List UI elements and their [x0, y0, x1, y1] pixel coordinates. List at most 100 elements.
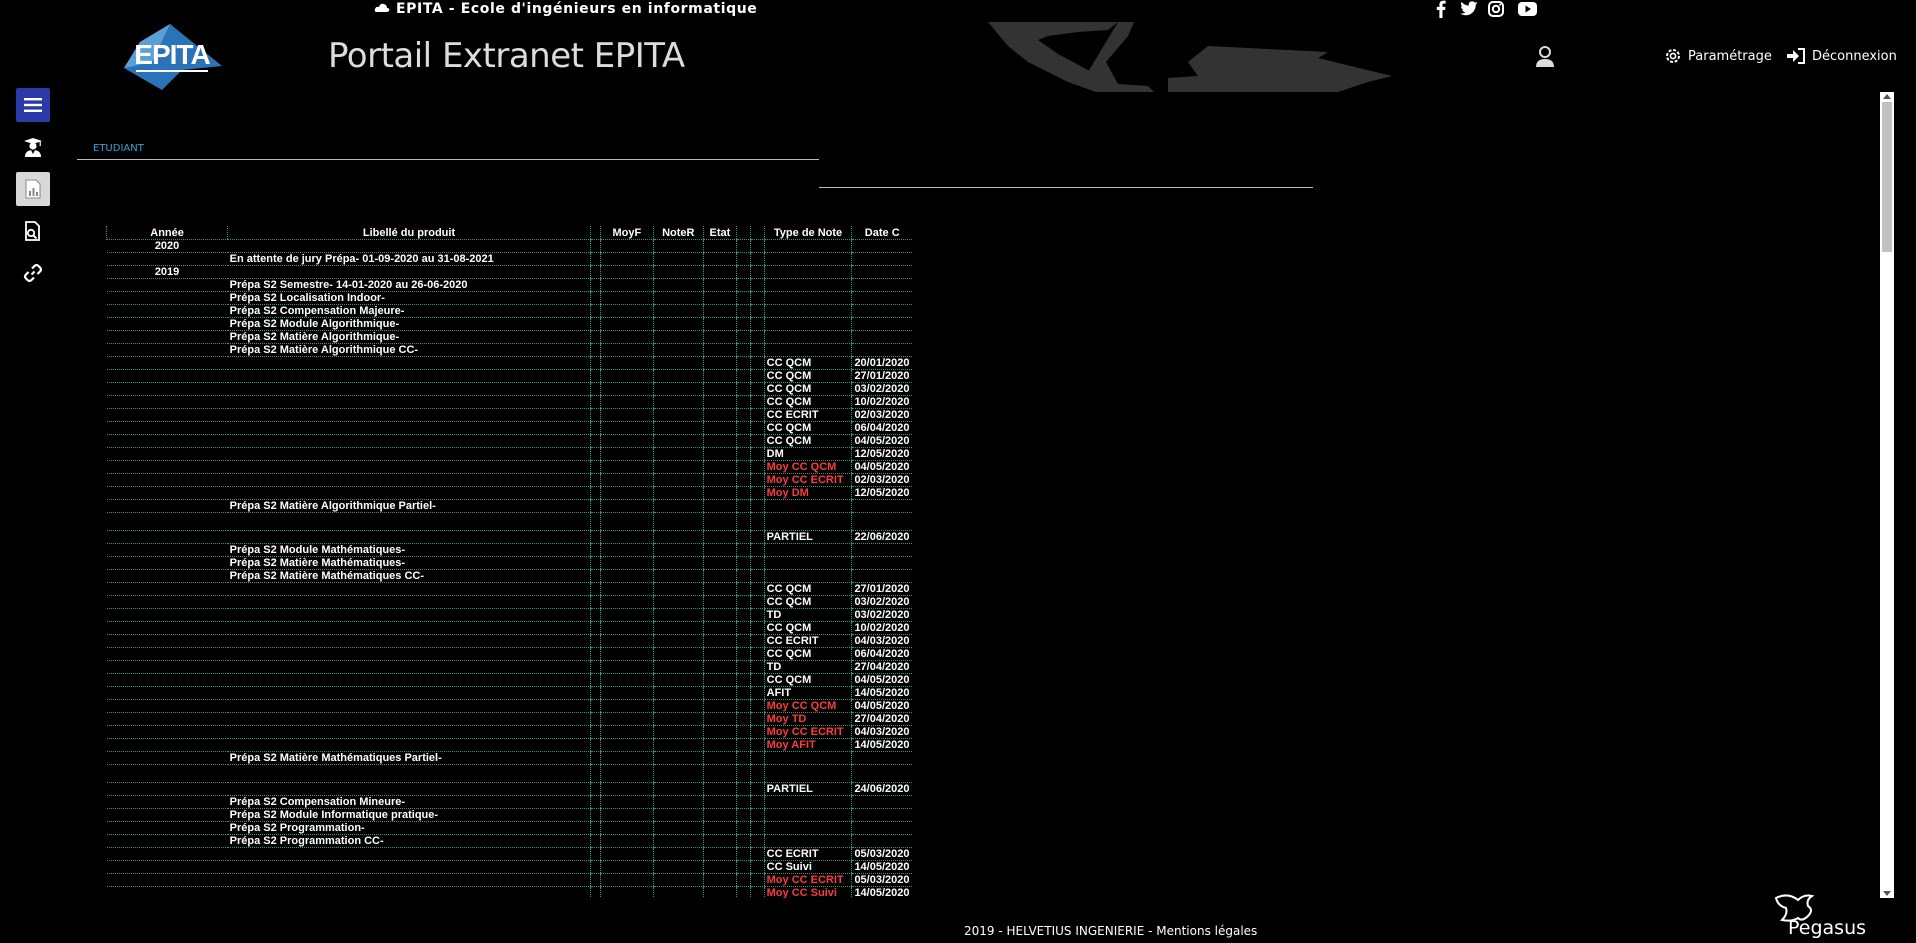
grade-row[interactable]: CC QCM 27/01/2020 — [106, 582, 912, 596]
twitter-icon[interactable] — [1460, 0, 1478, 18]
instagram-icon[interactable] — [1488, 0, 1504, 18]
grid-cell — [736, 712, 751, 726]
product-row[interactable]: Prépa S2 Matière Algorithmique Partiel- — [106, 499, 912, 513]
grade-row[interactable]: Moy AFIT 14/05/2020 — [106, 738, 912, 752]
grid-cell — [652, 512, 704, 531]
grid-cell — [227, 860, 591, 874]
youtube-icon[interactable] — [1518, 0, 1537, 18]
grade-row[interactable]: CC QCM 04/05/2020 — [106, 673, 912, 687]
grid-cell — [749, 673, 765, 687]
epita-logo[interactable]: EPITA — [122, 22, 224, 92]
user-profile-icon[interactable] — [1534, 46, 1556, 68]
grade-row[interactable]: PARTIEL 22/06/2020 — [106, 530, 912, 544]
grade-row[interactable]: CC QCM 10/02/2020 — [106, 395, 912, 409]
report-nav-button[interactable] — [16, 172, 50, 206]
grade-row[interactable] — [106, 764, 912, 783]
note-type-cell: Moy CC ECRIT — [763, 473, 852, 487]
grid-cell — [227, 738, 591, 752]
document-search-button[interactable] — [16, 214, 50, 248]
column-header-date[interactable]: Date C — [851, 226, 912, 240]
grid-cell — [702, 738, 737, 752]
grade-row[interactable]: Moy DM 12/05/2020 — [106, 486, 912, 500]
grid-cell — [851, 499, 912, 513]
year-row[interactable]: 2020 — [106, 239, 912, 253]
grid-cell — [749, 395, 765, 409]
product-row[interactable]: Prépa S2 Matière Mathématiques- — [106, 556, 912, 570]
settings-link[interactable]: Paramétrage — [1664, 46, 1772, 66]
grade-row[interactable]: Moy CC ECRIT 04/03/2020 — [106, 725, 912, 739]
product-row[interactable]: Prépa S2 Module Informatique pratique- — [106, 808, 912, 822]
product-row[interactable]: Prépa S2 Localisation Indoor- — [106, 291, 912, 305]
product-row[interactable]: En attente de jury Prépa- 01-09-2020 au … — [106, 252, 912, 266]
column-header-libelle[interactable]: Libellé du produit — [227, 226, 591, 240]
column-header-moyf[interactable]: MoyF — [599, 226, 654, 240]
product-row[interactable]: Prépa S2 Programmation- — [106, 821, 912, 835]
page-scrollbar[interactable] — [1880, 92, 1894, 898]
grade-row[interactable]: CC QCM 03/02/2020 — [106, 595, 912, 609]
grade-row[interactable]: CC QCM 04/05/2020 — [106, 434, 912, 448]
grid-cell — [599, 886, 654, 898]
menu-button[interactable] — [16, 88, 50, 122]
logout-link[interactable]: Déconnexion — [1786, 46, 1897, 66]
grade-row[interactable]: PARTIEL 24/06/2020 — [106, 782, 912, 796]
product-row[interactable]: Prépa S2 Semestre- 14-01-2020 au 26-06-2… — [106, 278, 912, 292]
grade-row[interactable]: AFIT 14/05/2020 — [106, 686, 912, 700]
grid-cell — [589, 382, 601, 396]
grid-cell — [851, 543, 912, 557]
scroll-up-arrow[interactable] — [1883, 94, 1891, 99]
grid-cell — [599, 621, 654, 635]
grid-cell — [106, 569, 228, 583]
grid-cell — [652, 239, 704, 253]
grid-cell — [599, 847, 654, 861]
grid-cell — [227, 847, 591, 861]
year-row[interactable]: 2019 — [106, 265, 912, 279]
column-header-type[interactable]: Type de Note — [763, 226, 852, 240]
breadcrumb[interactable]: ETUDIANT — [93, 143, 144, 154]
product-row[interactable]: Prépa S2 Module Algorithmique- — [106, 317, 912, 331]
column-header-etat[interactable]: Etat — [702, 226, 737, 240]
product-row[interactable]: Prépa S2 Programmation CC- — [106, 834, 912, 848]
grade-row[interactable]: Moy TD 27/04/2020 — [106, 712, 912, 726]
grid-cell — [599, 512, 654, 531]
column-header-annee[interactable]: Année — [106, 226, 228, 240]
grid-cell — [589, 634, 601, 648]
grade-row[interactable]: CC ECRIT 05/03/2020 — [106, 847, 912, 861]
links-nav-button[interactable] — [16, 256, 50, 290]
grade-row[interactable]: CC Suivi 14/05/2020 — [106, 860, 912, 874]
grades-grid: Année Libellé du produit MoyF NoteR Etat… — [106, 226, 912, 898]
grade-row[interactable]: CC ECRIT 02/03/2020 — [106, 408, 912, 422]
grade-row[interactable]: CC QCM 10/02/2020 — [106, 621, 912, 635]
product-row[interactable]: Prépa S2 Compensation Mineure- — [106, 795, 912, 809]
grade-row[interactable]: DM 12/05/2020 — [106, 447, 912, 461]
grade-row[interactable]: CC QCM 20/01/2020 — [106, 356, 912, 370]
note-type-cell: Moy CC Suivi — [763, 886, 852, 898]
grade-row[interactable]: TD 03/02/2020 — [106, 608, 912, 622]
grade-row[interactable]: Moy CC ECRIT 02/03/2020 — [106, 473, 912, 487]
facebook-icon[interactable] — [1436, 0, 1446, 18]
grade-row[interactable]: CC ECRIT 04/03/2020 — [106, 634, 912, 648]
product-row[interactable]: Prépa S2 Matière Mathématiques Partiel- — [106, 751, 912, 765]
grade-row[interactable]: Moy CC ECRIT 05/03/2020 — [106, 873, 912, 887]
grid-cell — [589, 751, 601, 765]
scroll-down-arrow[interactable] — [1883, 891, 1891, 896]
column-header-noter[interactable]: NoteR — [652, 226, 704, 240]
product-row[interactable]: Prépa S2 Matière Mathématiques CC- — [106, 569, 912, 583]
grade-row[interactable]: Moy CC Suivi 14/05/2020 — [106, 886, 912, 898]
grade-row[interactable]: CC QCM 06/04/2020 — [106, 421, 912, 435]
student-nav-button[interactable] — [16, 130, 50, 164]
grade-row[interactable]: TD 27/04/2020 — [106, 660, 912, 674]
grade-row[interactable]: CC QCM 03/02/2020 — [106, 382, 912, 396]
grade-row[interactable]: CC QCM 06/04/2020 — [106, 647, 912, 661]
grade-row[interactable]: Moy CC QCM 04/05/2020 — [106, 699, 912, 713]
product-row[interactable]: Prépa S2 Matière Algorithmique CC- — [106, 343, 912, 357]
grade-row[interactable]: CC QCM 27/01/2020 — [106, 369, 912, 383]
grade-row[interactable] — [106, 512, 912, 531]
grade-row[interactable]: Moy CC QCM 04/05/2020 — [106, 460, 912, 474]
product-row[interactable]: Prépa S2 Matière Algorithmique- — [106, 330, 912, 344]
grid-cell — [763, 543, 852, 557]
product-row[interactable]: Prépa S2 Module Mathématiques- — [106, 543, 912, 557]
note-type-cell: CC ECRIT — [763, 847, 852, 861]
product-row[interactable]: Prépa S2 Compensation Majeure- — [106, 304, 912, 318]
scroll-thumb[interactable] — [1882, 102, 1892, 252]
footer-text[interactable]: 2019 - HELVETIUS INGENIERIE - Mentions l… — [964, 924, 1257, 938]
